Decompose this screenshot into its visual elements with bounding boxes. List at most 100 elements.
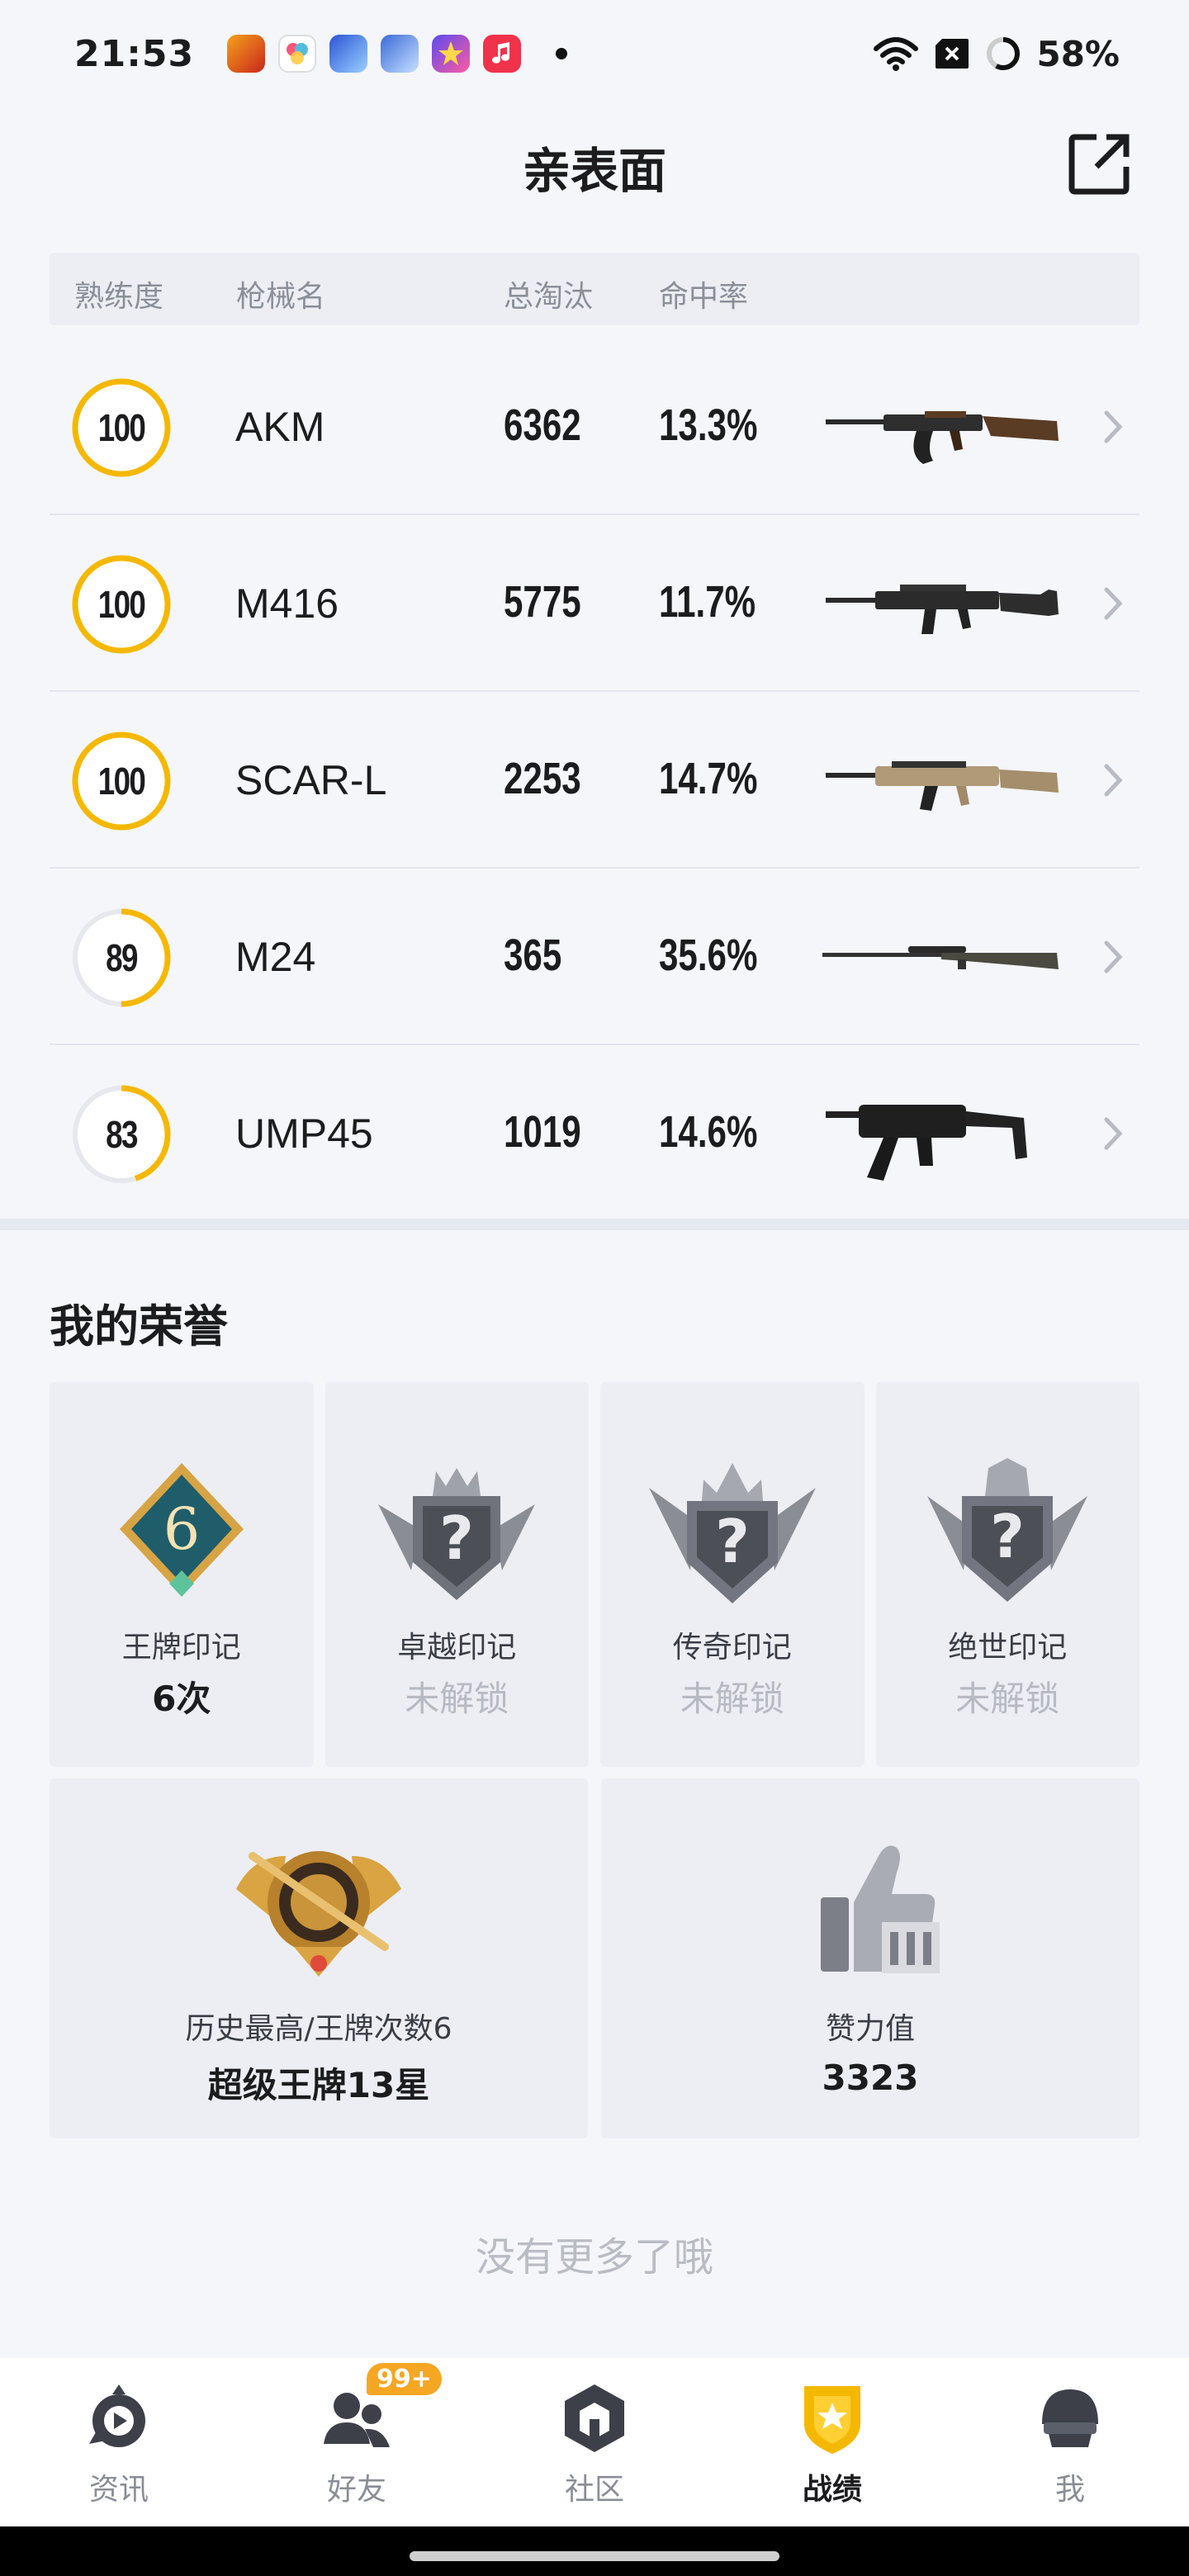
status-time: 21:53	[74, 32, 195, 75]
likes-label: 赞力值	[825, 2012, 915, 2046]
honor-summary-cards: 历史最高/王牌次数6 超级王牌13星 赞力值 3323	[50, 1778, 1139, 2138]
proficiency-ring: 100	[71, 377, 172, 478]
nav-item-friends[interactable]: 99+ 好友	[238, 2358, 476, 2526]
svg-text:?: ?	[439, 1503, 474, 1573]
home-gesture-bar[interactable]	[410, 2551, 779, 2561]
nav-item-me[interactable]: 我	[951, 2358, 1189, 2526]
peerless-mark-card[interactable]: ? 绝世印记 未解锁	[875, 1382, 1139, 1767]
super-ace-rank-icon	[220, 1823, 418, 1988]
svg-text:?: ?	[990, 1502, 1025, 1571]
helmet-profile-icon	[1030, 2378, 1110, 2457]
ace-mark-number: 6	[163, 1495, 200, 1563]
m416-rifle-image	[817, 548, 1065, 659]
badge-value: 未解锁	[405, 1679, 509, 1719]
nav-label: 好友	[326, 2473, 386, 2507]
column-weapon-name: 枪械名	[236, 280, 326, 314]
bottom-navigation: 资讯 99+ 好友 社区 战绩 我	[0, 2358, 1189, 2526]
more-notifications-dot	[556, 48, 568, 59]
badge-name: 王牌印记	[121, 1631, 241, 1664]
chevron-right-icon	[1101, 583, 1125, 624]
weapon-accuracy: 13.3%	[659, 400, 758, 450]
status-bar: 21:53 58%	[0, 0, 1189, 107]
weapon-accuracy: 14.6%	[659, 1107, 758, 1157]
chevron-right-icon	[1101, 406, 1125, 447]
star-app-icon	[432, 35, 471, 73]
proficiency-level: 100	[97, 760, 146, 803]
weapon-row[interactable]: 100 SCAR-L 2253 14.7%	[50, 692, 1139, 869]
badge-value: 未解锁	[955, 1679, 1060, 1719]
proficiency-ring: 100	[71, 731, 172, 831]
weapon-row[interactable]: 100 AKM 6362 13.3%	[50, 339, 1139, 515]
weapon-kills: 5775	[504, 577, 581, 627]
wifi-icon	[873, 35, 919, 73]
sim-off-icon	[934, 35, 970, 73]
notification-app-icons	[227, 35, 568, 73]
weapon-accuracy: 11.7%	[659, 577, 756, 627]
proficiency-level: 89	[106, 936, 138, 979]
weapon-name: M24	[235, 934, 316, 980]
nav-label: 社区	[564, 2473, 624, 2507]
badge-name: 传奇印记	[672, 1631, 792, 1664]
m24-sniper-image	[817, 902, 1065, 1012]
music-app-icon	[483, 35, 522, 73]
weapon-kills: 6362	[504, 400, 581, 450]
badge-value: 6次	[152, 1679, 211, 1719]
honor-badges: 6 王牌印记 6次 ? 卓越印记 未解锁 ? 传奇印记 未解锁 ? 绝世印记 未…	[50, 1382, 1139, 1767]
highest-rank-value: 超级王牌13星	[207, 2065, 430, 2105]
proficiency-level: 83	[106, 1113, 138, 1156]
weapon-accuracy: 14.7%	[659, 754, 758, 803]
ace-mark-card[interactable]: 6 王牌印记 6次	[50, 1382, 314, 1767]
highest-rank-label: 历史最高/王牌次数6	[185, 2012, 452, 2046]
proficiency-ring: 100	[71, 554, 172, 655]
nav-label: 战绩	[802, 2473, 862, 2507]
column-accuracy: 命中率	[659, 280, 749, 314]
ace-mark-badge-icon: 6	[95, 1447, 268, 1620]
album-app-icon	[278, 35, 317, 73]
weapon-table-header: 熟练度 枪械名 总淘汰 命中率	[50, 253, 1139, 325]
record-shield-icon	[793, 2378, 872, 2457]
community-icon	[555, 2378, 634, 2457]
peerless-mark-locked-icon: ?	[921, 1447, 1094, 1620]
weapon-kills: 2253	[504, 754, 581, 803]
weapon-kills: 1019	[504, 1107, 581, 1157]
chevron-right-icon	[1101, 1113, 1125, 1154]
highest-rank-card[interactable]: 历史最高/王牌次数6 超级王牌13星	[50, 1778, 588, 2138]
weapon-list: 100 AKM 6362 13.3% 100 M416 5775 11.7% 1…	[50, 339, 1139, 1222]
thumbs-up-icon	[771, 1823, 969, 1988]
proficiency-ring: 89	[71, 907, 172, 1008]
excellence-mark-card[interactable]: ? 卓越印记 未解锁	[324, 1382, 589, 1767]
proficiency-level: 100	[97, 406, 146, 449]
end-of-list-text: 没有更多了哦	[475, 2234, 713, 2280]
excellence-mark-locked-icon: ?	[370, 1447, 543, 1620]
nav-item-news[interactable]: 资讯	[0, 2358, 238, 2526]
battery-percent: 58%	[1036, 33, 1120, 74]
news-play-icon	[79, 2378, 159, 2457]
akm-rifle-image	[817, 372, 1065, 482]
weapon-row[interactable]: 83 UMP45 1019 14.6%	[50, 1045, 1139, 1222]
column-proficiency: 熟练度	[74, 280, 164, 314]
weapon-row[interactable]: 89 M24 365 35.6%	[50, 869, 1139, 1045]
nav-item-records[interactable]: 战绩	[713, 2358, 951, 2526]
chevron-right-icon	[1101, 760, 1125, 801]
share-external-icon[interactable]	[1060, 124, 1139, 203]
section-divider	[0, 1219, 1189, 1230]
svg-text:?: ?	[715, 1507, 750, 1576]
weapon-accuracy: 35.6%	[659, 930, 758, 980]
nav-label: 我	[1054, 2473, 1085, 2507]
game-app-icon	[227, 35, 266, 73]
proficiency-level: 100	[97, 583, 146, 626]
weapon-name: SCAR-L	[235, 757, 387, 803]
game-app-icon-2	[329, 35, 368, 73]
battery-ring-icon	[985, 35, 1021, 73]
ump45-smg-image	[817, 1078, 1065, 1189]
likes-value: 3323	[822, 2057, 919, 2098]
nav-label: 资讯	[88, 2473, 149, 2507]
scar-l-rifle-image	[817, 725, 1065, 836]
nav-item-community[interactable]: 社区	[476, 2358, 713, 2526]
header: 亲表面	[0, 116, 1189, 215]
weapon-kills: 365	[504, 930, 562, 980]
legend-mark-card[interactable]: ? 传奇印记 未解锁	[600, 1382, 865, 1767]
badge-name: 卓越印记	[397, 1631, 517, 1664]
weapon-row[interactable]: 100 M416 5775 11.7%	[50, 515, 1139, 692]
likes-card[interactable]: 赞力值 3323	[601, 1778, 1139, 2138]
